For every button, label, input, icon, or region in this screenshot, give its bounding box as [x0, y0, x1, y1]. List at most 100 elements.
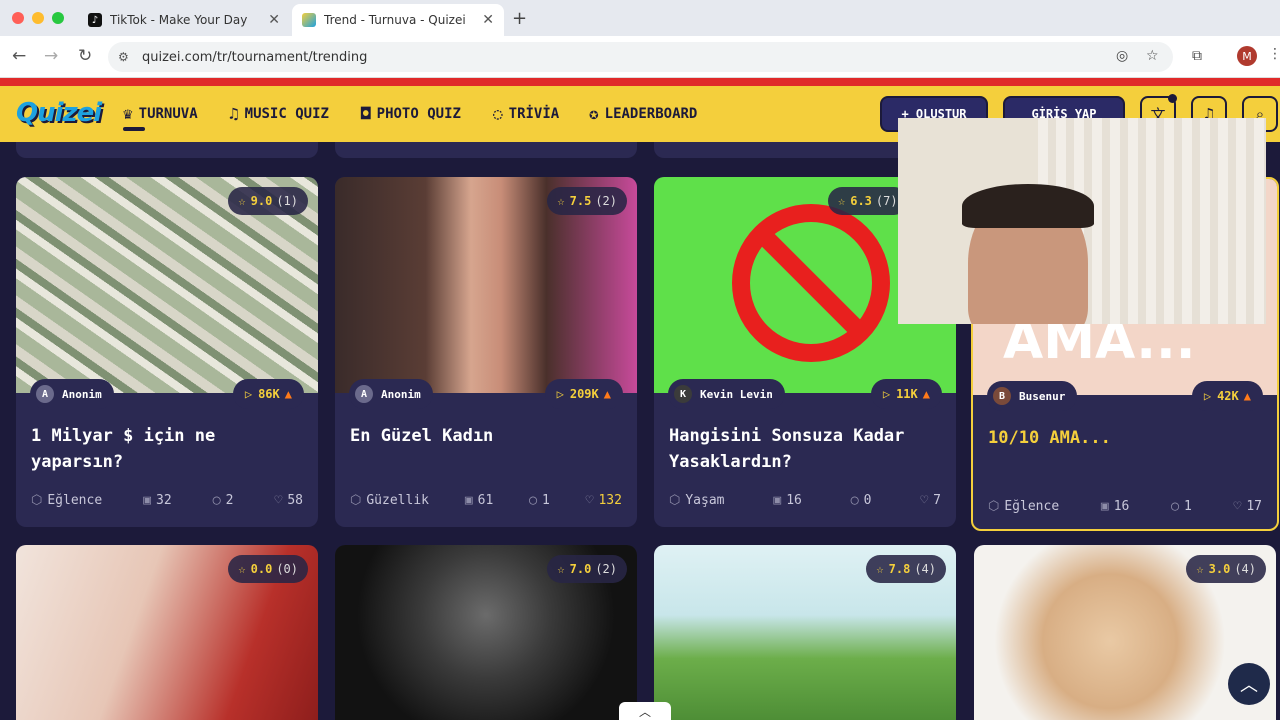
- menu-kebab-icon[interactable]: ⋮: [1268, 46, 1280, 62]
- expand-chevron-icon[interactable]: ︿: [619, 702, 671, 720]
- card-meta: ⬡ Yaşam ▣ 16 ◯ 0 ♡ 7: [669, 493, 941, 508]
- fire-icon: ▲: [603, 387, 611, 401]
- maximize-window-button[interactable]: [52, 12, 64, 24]
- rating-count: (2): [595, 194, 617, 208]
- new-tab-icon[interactable]: +: [512, 8, 527, 29]
- avatar: B: [993, 387, 1011, 405]
- image-count-value: 61: [477, 493, 494, 508]
- rating-count: (7): [875, 194, 898, 208]
- quiz-card[interactable]: ☆ 7.8 (4): [654, 545, 956, 720]
- close-tab-icon[interactable]: ✕: [482, 12, 494, 28]
- heart-icon: ♡: [274, 493, 283, 508]
- card-meta: ⬡ Eğlence ▣ 16 ◯ 1 ♡ 17: [988, 499, 1262, 514]
- comment-icon: ◯: [212, 493, 221, 508]
- card-meta: ⬡ Eğlence ▣ 32 ◯ 2 ♡ 58: [31, 493, 303, 508]
- trophy-icon: ♛: [123, 104, 133, 123]
- extensions-icon[interactable]: ⧉: [1192, 48, 1202, 64]
- quizei-logo[interactable]: Quizei: [16, 98, 102, 128]
- rating-count: (2): [595, 562, 617, 576]
- star-icon: ☆: [238, 194, 246, 208]
- like-count-value: 132: [598, 493, 622, 508]
- rating-badge: ☆ 0.0 (0): [228, 555, 308, 583]
- tiktok-icon: ♪: [88, 13, 102, 27]
- shapes-icon: ⬡: [350, 493, 362, 508]
- rating-count: (4): [1234, 562, 1256, 576]
- card-title[interactable]: Hangisini Sonsuza Kadar Yasaklardın?: [669, 423, 941, 475]
- comment-count: ◯ 1: [529, 493, 550, 508]
- quiz-card[interactable]: ☆ 0.0 (0): [16, 545, 318, 720]
- rating-badge: ☆ 6.3 (7): [828, 187, 908, 215]
- card-title[interactable]: En Güzel Kadın: [350, 423, 622, 449]
- author-chip[interactable]: B Busenur: [987, 381, 1078, 411]
- forward-arrow-icon[interactable]: →: [44, 46, 58, 66]
- plays-badge: ▷ 11K ▲: [870, 379, 942, 409]
- author-chip[interactable]: A Anonim: [30, 379, 114, 409]
- star-icon: ☆: [557, 562, 565, 576]
- nav-trivia[interactable]: ◌ TRİVİA: [493, 104, 559, 123]
- rating-badge: ☆ 7.5 (2): [547, 187, 627, 215]
- comment-count-value: 1: [1183, 499, 1192, 514]
- minimize-window-button[interactable]: [32, 12, 44, 24]
- like-count[interactable]: ♡ 58: [274, 493, 302, 508]
- nav-photo-quiz[interactable]: ◘ PHOTO QUIZ: [361, 104, 461, 123]
- close-window-button[interactable]: [12, 12, 24, 24]
- like-count[interactable]: ♡ 7: [920, 493, 941, 508]
- author-chip[interactable]: A Anonim: [349, 379, 433, 409]
- quiz-card[interactable]: ☆ 7.0 (2): [335, 545, 637, 720]
- nav-turnuva[interactable]: ♛ TURNUVA: [123, 104, 198, 123]
- rating-count: (1): [276, 194, 298, 208]
- bookmark-star-icon[interactable]: ☆: [1146, 48, 1159, 64]
- card-title[interactable]: 1 Milyar $ için ne yaparsın?: [31, 423, 303, 475]
- rating-value: 7.8: [888, 562, 911, 576]
- address-bar[interactable]: ⚙ quizei.com/tr/tournament/trending: [108, 42, 1173, 72]
- play-icon: ▷: [882, 387, 891, 401]
- nav-leaderboard[interactable]: ✪ LEADERBOARD: [589, 104, 697, 123]
- category[interactable]: ⬡ Eğlence: [988, 499, 1059, 514]
- browser-tab-tiktok[interactable]: ♪ TikTok - Make Your Day ✕: [78, 4, 290, 36]
- header-stripe: [0, 78, 1280, 86]
- category[interactable]: ⬡ Yaşam: [669, 493, 725, 508]
- card-partial: [335, 142, 637, 158]
- rating-count: (0): [276, 562, 298, 576]
- avatar: K: [674, 385, 692, 403]
- quiz-card[interactable]: ☆ 9.0 (1) A Anonim ▷ 86K ▲ 1 Milyar $ iç…: [16, 177, 318, 527]
- like-count-value: 17: [1246, 499, 1262, 514]
- like-count[interactable]: ♡ 17: [1234, 499, 1262, 514]
- images-icon: ▣: [1100, 499, 1109, 514]
- eye-slash-icon[interactable]: ◎: [1116, 48, 1128, 64]
- card-title[interactable]: 10/10 AMA...: [988, 425, 1260, 451]
- scroll-to-top-button[interactable]: ︿: [1228, 663, 1270, 705]
- close-tab-icon[interactable]: ✕: [268, 12, 280, 28]
- category[interactable]: ⬡ Güzellik: [350, 493, 429, 508]
- author-name: Kevin Levin: [700, 387, 773, 401]
- browser-tab-quizei[interactable]: Trend - Turnuva - Quizei ✕: [292, 4, 504, 36]
- fire-icon: ▲: [922, 387, 930, 401]
- star-icon: ☆: [838, 194, 846, 208]
- category[interactable]: ⬡ Eğlence: [31, 493, 102, 508]
- play-icon: ▷: [556, 387, 564, 401]
- card-partial: [16, 142, 318, 158]
- quiz-card[interactable]: ☆ 7.5 (2) A Anonim ▷ 209K ▲ En Güzel Kad…: [335, 177, 637, 527]
- nav-music-quiz[interactable]: ♫ MUSIC QUIZ: [229, 104, 329, 123]
- notification-dot: [1168, 94, 1177, 103]
- site-settings-icon[interactable]: ⚙: [118, 50, 129, 64]
- plays-badge: ▷ 42K ▲: [1191, 381, 1263, 411]
- back-arrow-icon[interactable]: ←: [12, 46, 26, 66]
- like-count[interactable]: ♡ 132: [586, 493, 622, 508]
- image-count: ▣ 16: [1101, 499, 1129, 514]
- author-chip[interactable]: K Kevin Levin: [668, 379, 785, 409]
- reload-icon[interactable]: ↻: [78, 46, 92, 66]
- nav-label: PHOTO QUIZ: [376, 105, 461, 122]
- shapes-icon: ⬡: [988, 499, 1000, 514]
- comment-icon: ◯: [850, 493, 859, 508]
- avatar: A: [355, 385, 373, 403]
- profile-avatar[interactable]: M: [1237, 46, 1257, 66]
- nav-label: MUSIC QUIZ: [244, 105, 329, 122]
- webcam-overlay: [898, 118, 1266, 324]
- author-name: Anonim: [381, 387, 421, 401]
- rating-value: 7.5: [569, 194, 592, 208]
- comment-count: ◯ 2: [213, 493, 234, 508]
- like-count-value: 7: [933, 493, 941, 508]
- plays-count: 42K: [1217, 389, 1239, 403]
- category-label: Güzellik: [366, 493, 429, 508]
